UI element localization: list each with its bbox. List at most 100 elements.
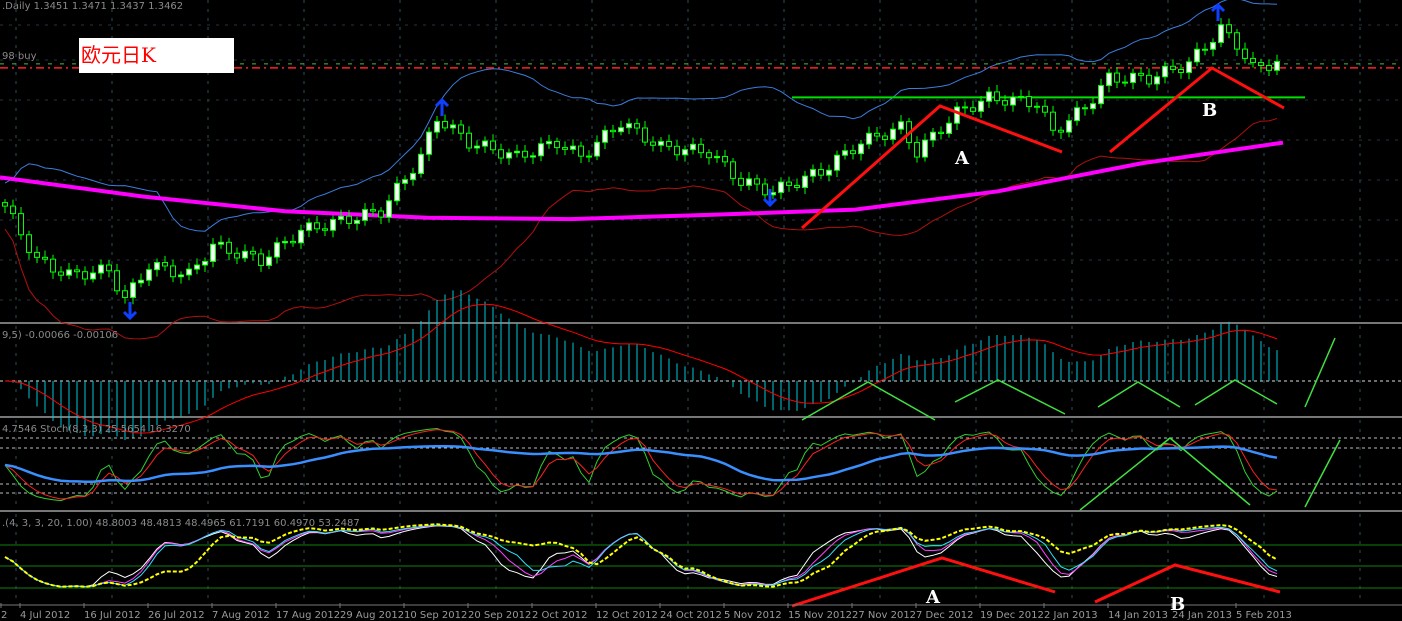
candle-body bbox=[586, 155, 592, 158]
candle-body bbox=[2, 202, 8, 207]
candle-body bbox=[706, 152, 712, 159]
candle-body bbox=[202, 260, 208, 266]
candle-body bbox=[210, 243, 216, 262]
candle-body bbox=[1050, 111, 1056, 131]
candle-body bbox=[746, 178, 752, 186]
date-tick-label: 26 Jul 2012 bbox=[148, 610, 205, 621]
candle-body bbox=[226, 241, 232, 254]
candle-body bbox=[386, 200, 392, 218]
candle-body bbox=[434, 120, 440, 133]
candle-body bbox=[962, 106, 968, 109]
candle-body bbox=[1274, 61, 1280, 71]
candle-body bbox=[402, 179, 408, 184]
macd-label: 9,5) -0.00066 -0.00106 bbox=[2, 330, 118, 341]
candle-body bbox=[1002, 100, 1008, 106]
candle-body bbox=[866, 132, 872, 145]
candle-body bbox=[490, 140, 496, 151]
candle-body bbox=[594, 141, 600, 157]
candle-body bbox=[370, 209, 376, 212]
candle-body bbox=[466, 132, 472, 149]
candle-body bbox=[642, 127, 648, 143]
moving-average-line bbox=[0, 140, 1284, 222]
candle-body bbox=[82, 271, 88, 280]
candle-body bbox=[266, 256, 272, 266]
candle-body bbox=[650, 141, 656, 146]
candle-body bbox=[874, 132, 880, 137]
osc-line bbox=[4, 524, 1278, 588]
candle-body bbox=[26, 234, 32, 253]
date-tick-label: 24 Oct 2012 bbox=[660, 610, 722, 621]
candle-body bbox=[1250, 57, 1256, 63]
candle-body bbox=[690, 143, 696, 151]
candle-body bbox=[1170, 65, 1176, 70]
candle-body bbox=[602, 129, 608, 143]
candle-body bbox=[1090, 103, 1096, 110]
annotation-a-main: A bbox=[954, 148, 970, 169]
candle-body bbox=[802, 175, 808, 188]
candle-body bbox=[282, 240, 288, 244]
osc-label: .(4, 3, 3, 20, 1.00) 48.8003 48.4813 48.… bbox=[2, 518, 360, 529]
candle-body bbox=[50, 258, 56, 273]
candle-body bbox=[514, 150, 520, 154]
candle-body bbox=[986, 91, 992, 102]
candle-body bbox=[658, 141, 664, 146]
candle-body bbox=[98, 264, 104, 274]
candle-body bbox=[1106, 72, 1112, 87]
candle-body bbox=[1154, 76, 1160, 85]
date-tick-label: 5 Feb 2013 bbox=[1236, 610, 1292, 621]
candle-body bbox=[898, 121, 904, 130]
candle-body bbox=[1234, 32, 1240, 50]
candle-body bbox=[394, 182, 400, 202]
annotation-b-osc: B bbox=[1170, 594, 1185, 615]
candle-body bbox=[610, 129, 616, 133]
candle-body bbox=[1146, 74, 1152, 85]
candle-body bbox=[1266, 64, 1272, 71]
candle-body bbox=[298, 229, 304, 244]
bollinger-lower-line bbox=[4, 118, 1278, 340]
candle-body bbox=[354, 219, 360, 224]
candle-body bbox=[826, 169, 832, 176]
candle-body bbox=[914, 141, 920, 158]
candle-body bbox=[810, 169, 816, 177]
signal-arrow-icon bbox=[122, 302, 138, 321]
candle-body bbox=[90, 272, 96, 280]
candle-body bbox=[1034, 105, 1040, 108]
candle-body bbox=[346, 215, 352, 224]
candle-body bbox=[450, 124, 456, 129]
candle-body bbox=[546, 141, 552, 145]
stoch-label: 4.7546 Stoch(8,3,3) 25.5654 16.3270 bbox=[2, 424, 191, 435]
candle-body bbox=[1178, 68, 1184, 73]
candle-body bbox=[1122, 81, 1128, 84]
candle-body bbox=[1026, 96, 1032, 107]
candle-body bbox=[554, 141, 560, 149]
candle-body bbox=[1242, 48, 1248, 59]
date-tick-label: 20 Sep 2012 bbox=[468, 610, 531, 621]
candle-body bbox=[1058, 129, 1064, 133]
date-tick-label: 16 Jul 2012 bbox=[84, 610, 141, 621]
date-tick-label: 17 Aug 2012 bbox=[276, 610, 340, 621]
candle-body bbox=[114, 270, 120, 292]
stoch-trend-line bbox=[1304, 439, 1341, 508]
candle-body bbox=[1010, 96, 1016, 106]
candle-body bbox=[258, 253, 264, 266]
date-tick-label: 7 Dec 2012 bbox=[916, 610, 974, 621]
candle-body bbox=[314, 222, 320, 230]
candle-body bbox=[130, 282, 136, 298]
candle-body bbox=[42, 256, 48, 260]
date-tick-label: 15 Nov 2012 bbox=[788, 610, 852, 621]
candle-body bbox=[738, 177, 744, 186]
candle-body bbox=[1162, 65, 1168, 78]
candle-body bbox=[522, 150, 528, 158]
date-tick-label: 2 bbox=[1, 610, 7, 621]
order-label: 98 buy bbox=[2, 51, 37, 62]
candle-body bbox=[530, 155, 536, 158]
candle-body bbox=[1218, 24, 1224, 43]
macd-trend-line bbox=[1194, 379, 1278, 406]
candle-body bbox=[818, 169, 824, 176]
candle-body bbox=[762, 183, 768, 196]
candle-body bbox=[426, 131, 432, 155]
candle-body bbox=[250, 250, 256, 255]
candle-body bbox=[330, 218, 336, 231]
macd-trend-line bbox=[954, 379, 1066, 415]
candle-body bbox=[482, 140, 488, 147]
